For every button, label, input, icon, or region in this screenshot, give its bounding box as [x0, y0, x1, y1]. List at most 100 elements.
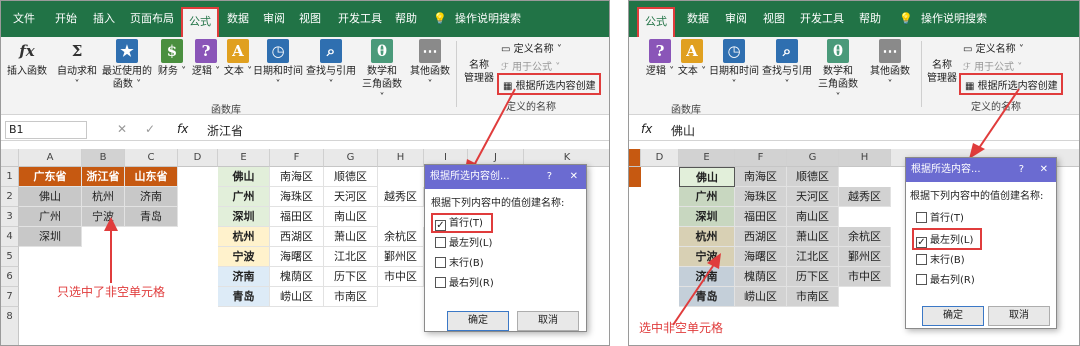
tell-me-search[interactable]: 操作说明搜索 — [453, 1, 523, 37]
table-cell[interactable]: 佛山 — [218, 167, 270, 187]
column-header[interactable]: F — [270, 149, 324, 167]
tab-help[interactable]: 帮助 — [391, 1, 421, 37]
lookup-button[interactable]: ⌕ 查找与引用 ˅ — [761, 39, 813, 91]
table-cell[interactable]: 余杭区 — [378, 227, 424, 247]
table-cell[interactable]: 福田区 — [270, 207, 324, 227]
table-cell[interactable]: 海珠区 — [270, 187, 324, 207]
name-box[interactable]: B1 — [5, 121, 87, 139]
table-cell-active[interactable]: 佛山 — [679, 167, 735, 187]
use-in-formula-button[interactable]: ℱ 用于公式 ˅ — [963, 58, 1022, 73]
table-cell[interactable]: 南山区 — [787, 207, 839, 227]
column-header[interactable] — [629, 149, 641, 167]
table-cell[interactable]: 历下区 — [787, 267, 839, 287]
table-cell[interactable]: 槐荫区 — [270, 267, 324, 287]
help-icon[interactable]: ? — [547, 165, 552, 189]
lookup-button[interactable]: ⌕ 查找与引用 ˅ — [305, 39, 357, 91]
table-cell[interactable]: 萧山区 — [787, 227, 839, 247]
table-cell[interactable]: 深圳 — [218, 207, 270, 227]
tab-file[interactable]: 文件 — [9, 1, 39, 37]
column-header[interactable]: F — [735, 149, 787, 167]
column-header[interactable]: D — [178, 149, 218, 167]
math-trig-button[interactable]: θ 数学和 三角函数 ˅ — [359, 39, 405, 104]
table-cell[interactable]: 广州 — [218, 187, 270, 207]
tab-home[interactable]: 开始 — [51, 1, 81, 37]
table-cell[interactable]: 南山区 — [324, 207, 378, 227]
row-header[interactable]: 3 — [1, 207, 19, 227]
tab-insert[interactable]: 插入 — [89, 1, 119, 37]
table-cell[interactable]: 青岛 — [218, 287, 270, 307]
column-header[interactable]: G — [787, 149, 839, 167]
tab-review[interactable]: 审阅 — [721, 1, 751, 37]
column-header[interactable]: E — [679, 149, 735, 167]
text-button[interactable]: A 文本 ˅ — [677, 39, 707, 78]
table-cell[interactable]: 鄞州区 — [839, 247, 891, 267]
row-header[interactable]: 6 — [1, 267, 19, 287]
name-manager-button[interactable]: 名称 管理器 — [461, 59, 497, 85]
checkbox[interactable] — [916, 274, 927, 285]
use-in-formula-button[interactable]: ℱ 用于公式 ˅ — [501, 58, 560, 73]
table-cell[interactable]: 历下区 — [324, 267, 378, 287]
table-cell[interactable]: 深圳 — [679, 207, 735, 227]
math-trig-button[interactable]: θ 数学和 三角函数 ˅ — [815, 39, 861, 104]
column-header[interactable]: B — [82, 149, 125, 167]
checkbox[interactable] — [435, 237, 446, 248]
table-cell[interactable]: 南海区 — [270, 167, 324, 187]
table-cell[interactable]: 海曙区 — [270, 247, 324, 267]
table-cell[interactable]: 市中区 — [378, 267, 424, 287]
check-icon[interactable]: ✓ — [145, 122, 155, 136]
table-cell[interactable]: 江北区 — [787, 247, 839, 267]
column-header[interactable]: C — [125, 149, 178, 167]
table-cell[interactable]: 市南区 — [324, 287, 378, 307]
text-button[interactable]: A 文本 ˅ — [223, 39, 253, 78]
tab-data[interactable]: 数据 — [223, 1, 253, 37]
table-cell[interactable]: 槐荫区 — [735, 267, 787, 287]
table-cell[interactable]: 青岛 — [125, 207, 178, 227]
tell-me-search[interactable]: 操作说明搜索 — [919, 1, 989, 37]
table-cell[interactable]: 佛山 — [19, 187, 82, 207]
financial-button[interactable]: $ 财务 ˅ — [157, 39, 187, 78]
cancel-button[interactable]: 取消 — [988, 306, 1050, 326]
checkbox[interactable] — [435, 257, 446, 268]
tab-formulas[interactable]: 公式 — [181, 7, 219, 37]
formula-input[interactable]: 佛山 — [671, 122, 695, 139]
tab-developer[interactable]: 开发工具 — [335, 1, 385, 37]
datetime-button[interactable]: ◷ 日期和时间 ˅ — [709, 39, 759, 91]
table-cell[interactable]: 天河区 — [787, 187, 839, 207]
autosum-button[interactable]: Σ 自动求和 ˅ — [55, 39, 99, 91]
table-cell[interactable]: 天河区 — [324, 187, 378, 207]
table-cell[interactable]: 南海区 — [735, 167, 787, 187]
table-cell[interactable]: 山东省 — [125, 167, 178, 187]
table-cell[interactable]: 市南区 — [787, 287, 839, 307]
row-header[interactable]: 1 — [1, 167, 19, 187]
ok-button[interactable]: 确定 — [922, 306, 984, 326]
table-cell[interactable]: 市中区 — [839, 267, 891, 287]
table-cell[interactable]: 顺德区 — [324, 167, 378, 187]
select-all-corner[interactable] — [1, 149, 19, 167]
table-cell[interactable]: 杭州 — [82, 187, 125, 207]
logical-button[interactable]: ? 逻辑 ˅ — [645, 39, 675, 78]
define-name-button[interactable]: ▭ 定义名称 ˅ — [501, 40, 562, 55]
insert-function-button[interactable]: fx 插入函数 — [7, 39, 47, 78]
table-cell[interactable]: 广州 — [19, 207, 82, 227]
table-cell[interactable]: 海珠区 — [735, 187, 787, 207]
row-header[interactable]: 2 — [1, 187, 19, 207]
tab-help[interactable]: 帮助 — [855, 1, 885, 37]
ok-button[interactable]: 确定 — [447, 311, 509, 331]
datetime-button[interactable]: ◷ 日期和时间 ˅ — [253, 39, 303, 91]
table-cell[interactable]: 西湖区 — [270, 227, 324, 247]
tab-formulas[interactable]: 公式 — [637, 7, 675, 37]
checkbox[interactable] — [916, 254, 927, 265]
tab-view[interactable]: 视图 — [759, 1, 789, 37]
fx-icon[interactable]: fx — [641, 122, 652, 136]
option-left-column[interactable]: 最左列(L) — [435, 237, 492, 251]
table-cell[interactable]: 济南 — [125, 187, 178, 207]
cancel-icon[interactable]: ✕ — [117, 122, 127, 136]
column-header[interactable]: E — [218, 149, 270, 167]
table-cell[interactable]: 萧山区 — [324, 227, 378, 247]
row-header[interactable]: 8 — [1, 307, 19, 345]
option-top-row[interactable]: 首行(T) — [916, 212, 964, 226]
column-header[interactable]: A — [19, 149, 82, 167]
tab-page-layout[interactable]: 页面布局 — [127, 1, 177, 37]
option-bottom-row[interactable]: 末行(B) — [435, 257, 484, 271]
help-icon[interactable]: ? — [1019, 158, 1024, 182]
